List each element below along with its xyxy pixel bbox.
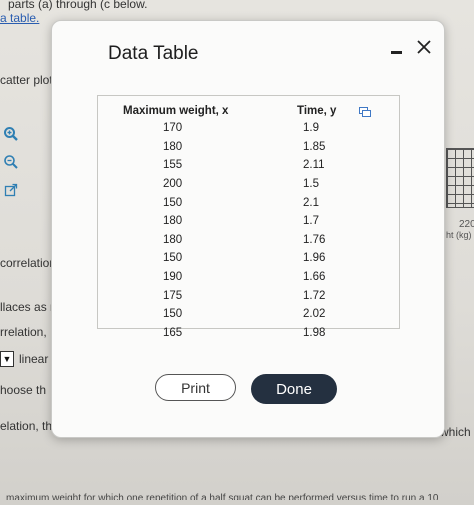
- bottom-question-text: maximum weight for which one repetition …: [6, 493, 439, 504]
- cell-y: 1.72: [303, 289, 326, 302]
- cell-y: 2.11: [303, 159, 325, 172]
- linear-dropdown-arrow[interactable]: ▼: [0, 351, 14, 367]
- cell-x: 180: [163, 215, 183, 228]
- cell-x: 165: [163, 326, 183, 339]
- cell-x: 170: [163, 122, 183, 135]
- close-icon: [417, 40, 431, 54]
- zoom-in-icon[interactable]: [1, 124, 21, 144]
- cell-x: 150: [163, 252, 183, 265]
- dialog-title: Data Table: [108, 43, 199, 64]
- table-row: 180 1.76: [123, 231, 363, 250]
- table-row: 175 1.72: [123, 286, 363, 305]
- data-table: Maximum weight, x Time, y 170 1.9 180 1.85…: [123, 102, 363, 342]
- linear-option-label: linear: [19, 352, 49, 366]
- chevron-down-icon: ▼: [2, 354, 12, 364]
- cell-y: 1.5: [303, 178, 319, 191]
- scatter-plot-label: catter plot: [0, 73, 53, 87]
- table-row: 150 1.96: [123, 249, 363, 268]
- cell-y: 2.1: [303, 196, 319, 209]
- cell-y: 1.7: [303, 215, 319, 228]
- data-table-container: Maximum weight, x Time, y 170 1.9 180 1.85…: [97, 95, 400, 339]
- axis-unit-label: ht (kg): [446, 230, 472, 240]
- cell-x: 175: [163, 289, 183, 302]
- cell-y: 1.76: [303, 233, 326, 246]
- cell-x: 155: [163, 159, 183, 172]
- table-row: 150 2.02: [123, 305, 363, 324]
- scatter-plot-grid: [446, 148, 474, 208]
- cell-x: 150: [163, 196, 183, 209]
- cell-y: 1.9: [303, 122, 319, 135]
- table-row: 170 1.9: [123, 119, 363, 138]
- column-header-x: Maximum weight, x: [123, 104, 229, 117]
- relation-label: rrelation,: [0, 325, 47, 339]
- cell-x: 150: [163, 308, 183, 321]
- axis-tick-label: 220: [459, 219, 474, 230]
- lation-label: elation, th: [0, 419, 53, 433]
- table-row: 155 2.11: [123, 156, 363, 175]
- table-header-row: Maximum weight, x Time, y: [123, 102, 363, 119]
- column-header-y: Time, y: [297, 104, 337, 117]
- instruction-text: parts (a) through (c below.: [8, 0, 148, 11]
- minimize-button[interactable]: [389, 45, 403, 59]
- zoom-out-icon[interactable]: [1, 152, 21, 172]
- cell-x: 200: [163, 178, 183, 191]
- correlation-label: correlation: [0, 256, 57, 270]
- table-row: 200 1.5: [123, 175, 363, 194]
- external-link-icon[interactable]: [1, 180, 21, 200]
- cell-y: 1.85: [303, 140, 326, 153]
- table-row: 180 1.7: [123, 212, 363, 231]
- choose-label: hoose th: [0, 383, 47, 397]
- table-row: 165 1.98: [123, 324, 363, 343]
- data-table-dialog: Data Table Maximum weight, x Time, y 170…: [51, 20, 445, 438]
- table-row: 190 1.66: [123, 268, 363, 287]
- places-label: llaces as r: [0, 300, 55, 314]
- cell-x: 180: [163, 233, 183, 246]
- cell-y: 1.98: [303, 326, 326, 339]
- cell-y: 1.96: [303, 252, 326, 265]
- minimize-icon: [390, 50, 402, 54]
- cell-x: 190: [163, 271, 183, 284]
- print-button[interactable]: Print: [155, 374, 236, 401]
- cell-y: 2.02: [303, 308, 326, 321]
- table-row: 180 1.85: [123, 138, 363, 157]
- cell-y: 1.66: [303, 271, 326, 284]
- cell-x: 180: [163, 140, 183, 153]
- close-button[interactable]: [414, 37, 434, 57]
- data-table-link[interactable]: a table.: [0, 11, 39, 25]
- done-button[interactable]: Done: [251, 374, 337, 404]
- table-row: 150 2.1: [123, 193, 363, 212]
